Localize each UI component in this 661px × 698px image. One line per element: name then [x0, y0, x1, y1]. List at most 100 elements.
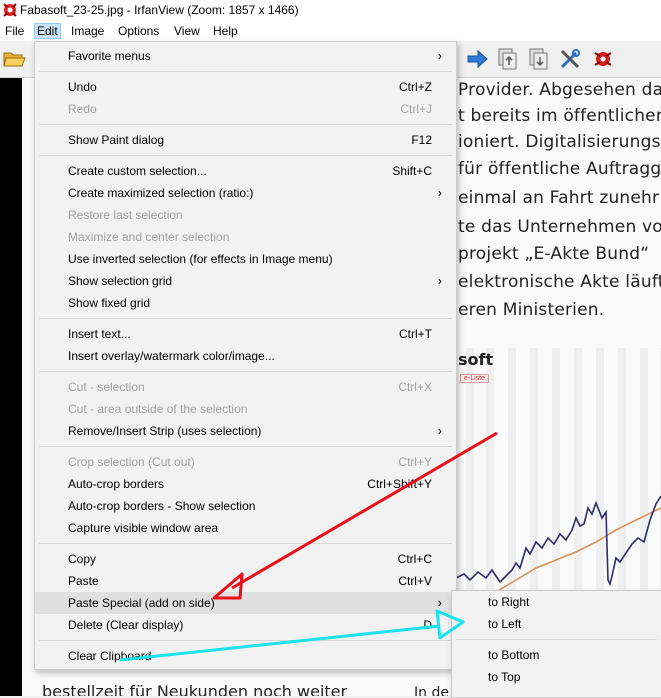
document-text-line: elektronische Akte läuft: [458, 272, 661, 292]
menu-item-shortcut: Ctrl+V: [398, 574, 432, 588]
menu-item-cut-selection: Cut - selection Ctrl+X: [35, 376, 456, 398]
menu-item-shortcut: Ctrl+C: [397, 552, 432, 566]
menu-item-show-selection-grid[interactable]: Show selection grid ›: [35, 270, 456, 292]
menu-bar: File Edit Image Options View Help: [0, 21, 661, 41]
menu-image[interactable]: Image: [69, 24, 106, 38]
menu-item-auto-crop-show-selection[interactable]: Auto-crop borders - Show selection: [35, 495, 456, 517]
copy-pages-icon[interactable]: [496, 47, 520, 71]
menu-item-label: Show selection grid: [68, 274, 173, 288]
menu-item-label: Capture visible window area: [68, 521, 219, 535]
menu-item-capture-visible-window[interactable]: Capture visible window area: [35, 517, 456, 539]
menu-item-shortcut: Ctrl+J: [400, 102, 432, 116]
menu-view[interactable]: View: [172, 24, 202, 38]
menu-item-show-paint-dialog[interactable]: Show Paint dialog F12: [35, 129, 456, 151]
paste-special-submenu: to Right to Left to Bottom to Top: [451, 590, 661, 698]
menu-item-restore-last-selection: Restore last selection: [35, 204, 456, 226]
menu-item-label: Restore last selection: [68, 208, 183, 222]
menu-item-label: Create custom selection...: [68, 164, 207, 178]
menu-item-label: Maximize and center selection: [68, 230, 230, 244]
menu-item-label: Remove/Insert Strip (uses selection): [68, 424, 262, 438]
menu-item-shortcut: Shift+C: [392, 164, 432, 178]
folder-open-icon[interactable]: [2, 47, 26, 71]
document-text-line: In de: [414, 685, 449, 696]
menu-item-paste[interactable]: Paste Ctrl+V: [35, 570, 456, 592]
menu-item-auto-crop-borders[interactable]: Auto-crop borders Ctrl+Shift+Y: [35, 473, 456, 495]
menu-item-label: Insert overlay/watermark color/image...: [68, 349, 275, 363]
submenu-item-to-top[interactable]: to Top: [452, 666, 661, 688]
menu-item-create-maximized-selection[interactable]: Create maximized selection (ratio:) ›: [35, 182, 456, 204]
document-text-line: für öffentliche Auftragge: [458, 159, 661, 179]
menu-item-show-fixed-grid[interactable]: Show fixed grid: [35, 292, 456, 314]
menu-separator: [39, 318, 452, 319]
document-text-line: ioniert. Digitalisierungspr: [458, 132, 661, 152]
paste-pages-icon[interactable]: [527, 47, 551, 71]
tools-icon[interactable]: [558, 47, 582, 71]
title-bar: Fabasoft_23-25.jpg - IrfanView (Zoom: 18…: [0, 0, 661, 21]
menu-item-shortcut: D: [423, 618, 432, 632]
menu-item-label: Insert text...: [68, 327, 131, 341]
menu-separator: [456, 639, 658, 640]
menu-item-remove-insert-strip[interactable]: Remove/Insert Strip (uses selection) ›: [35, 420, 456, 442]
menu-item-favorite-menus[interactable]: Favorite menus ›: [35, 45, 456, 67]
document-text-line: Provider. Abgesehen dav: [458, 80, 661, 100]
menu-item-label: Use inverted selection (for effects in I…: [68, 252, 333, 266]
edit-menu-dropdown: Favorite menus › Undo Ctrl+Z Redo Ctrl+J…: [34, 41, 457, 670]
menu-item-copy[interactable]: Copy Ctrl+C: [35, 548, 456, 570]
menu-separator: [39, 446, 452, 447]
menu-item-shortcut: Ctrl+X: [398, 380, 432, 394]
menu-file[interactable]: File: [3, 24, 26, 38]
document-text-line: t bereits im öffentlichen: [458, 106, 661, 126]
menu-item-insert-text[interactable]: Insert text... Ctrl+T: [35, 323, 456, 345]
menu-item-label: Cut - selection: [68, 380, 145, 394]
submenu-item-to-left[interactable]: to Left: [452, 613, 661, 635]
menu-item-create-custom-selection[interactable]: Create custom selection... Shift+C: [35, 160, 456, 182]
menu-item-label: to Top: [488, 670, 521, 684]
menu-item-label: Favorite menus: [68, 49, 151, 63]
submenu-item-to-bottom[interactable]: to Bottom: [452, 644, 661, 666]
menu-separator: [39, 371, 452, 372]
menu-item-paste-special[interactable]: Paste Special (add on side) ›: [35, 592, 456, 614]
menu-item-label: Auto-crop borders: [68, 477, 165, 491]
menu-item-shortcut: Ctrl+Y: [398, 455, 432, 469]
menu-item-delete-clear-display[interactable]: Delete (Clear display) D: [35, 614, 456, 636]
menu-help[interactable]: Help: [211, 24, 240, 38]
menu-item-shortcut: F12: [411, 133, 432, 147]
window-title: Fabasoft_23-25.jpg - IrfanView (Zoom: 18…: [20, 3, 299, 17]
menu-item-label: to Left: [488, 617, 522, 631]
menu-options[interactable]: Options: [116, 24, 161, 38]
menu-item-label: Copy: [68, 552, 97, 566]
menu-item-insert-overlay[interactable]: Insert overlay/watermark color/image...: [35, 345, 456, 367]
arrow-right-icon[interactable]: [465, 47, 489, 71]
menu-item-use-inverted-selection[interactable]: Use inverted selection (for effects in I…: [35, 248, 456, 270]
menu-item-clear-clipboard[interactable]: Clear Clipboard: [35, 645, 456, 667]
menu-item-label: Paste: [68, 574, 99, 588]
submenu-item-to-right[interactable]: to Right: [452, 591, 661, 613]
menu-separator: [39, 71, 452, 72]
menu-separator: [39, 543, 452, 544]
submenu-arrow-icon: ›: [437, 273, 442, 288]
menu-item-shortcut: Ctrl+Z: [399, 80, 432, 94]
menu-item-maximize-center-selection: Maximize and center selection: [35, 226, 456, 248]
menu-item-shortcut: Ctrl+Shift+Y: [367, 477, 432, 491]
chart-title: soft: [458, 350, 494, 369]
menu-item-shortcut: Ctrl+T: [399, 327, 432, 341]
menu-separator: [39, 640, 452, 641]
menu-item-label: Show fixed grid: [68, 296, 151, 310]
menu-item-cut-outside: Cut - area outside of the selection: [35, 398, 456, 420]
document-text-line: te das Unternehmen von s: [458, 217, 661, 237]
menu-separator: [39, 155, 452, 156]
menu-item-label: Cut - area outside of the selection: [68, 402, 248, 416]
menu-edit[interactable]: Edit: [34, 23, 61, 39]
menu-separator: [39, 124, 452, 125]
menu-item-undo[interactable]: Undo Ctrl+Z: [35, 76, 456, 98]
menu-item-label: Show Paint dialog: [68, 133, 165, 147]
submenu-arrow-icon: ›: [437, 595, 442, 610]
menu-item-crop-selection: Crop selection (Cut out) Ctrl+Y: [35, 451, 456, 473]
document-text-line: eren Ministerien.: [458, 300, 605, 320]
submenu-arrow-icon: ›: [437, 48, 442, 63]
menu-item-label: Redo: [68, 102, 97, 116]
menu-item-label: Delete (Clear display): [68, 618, 184, 632]
submenu-arrow-icon: ›: [437, 423, 442, 438]
exit-icon[interactable]: [591, 47, 615, 71]
menu-item-label: Create maximized selection (ratio:): [68, 186, 254, 200]
